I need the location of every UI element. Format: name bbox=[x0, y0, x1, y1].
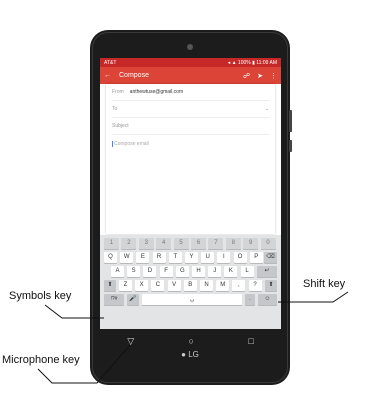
symbols-callout-line bbox=[44, 304, 104, 319]
symbols-key-callout: Symbols key bbox=[9, 290, 72, 302]
shift-key-callout: Shift key bbox=[303, 278, 346, 290]
callout-lines bbox=[37, 291, 349, 384]
shift-callout-line bbox=[278, 291, 349, 303]
microphone-key-callout: Microphone key bbox=[2, 354, 80, 366]
